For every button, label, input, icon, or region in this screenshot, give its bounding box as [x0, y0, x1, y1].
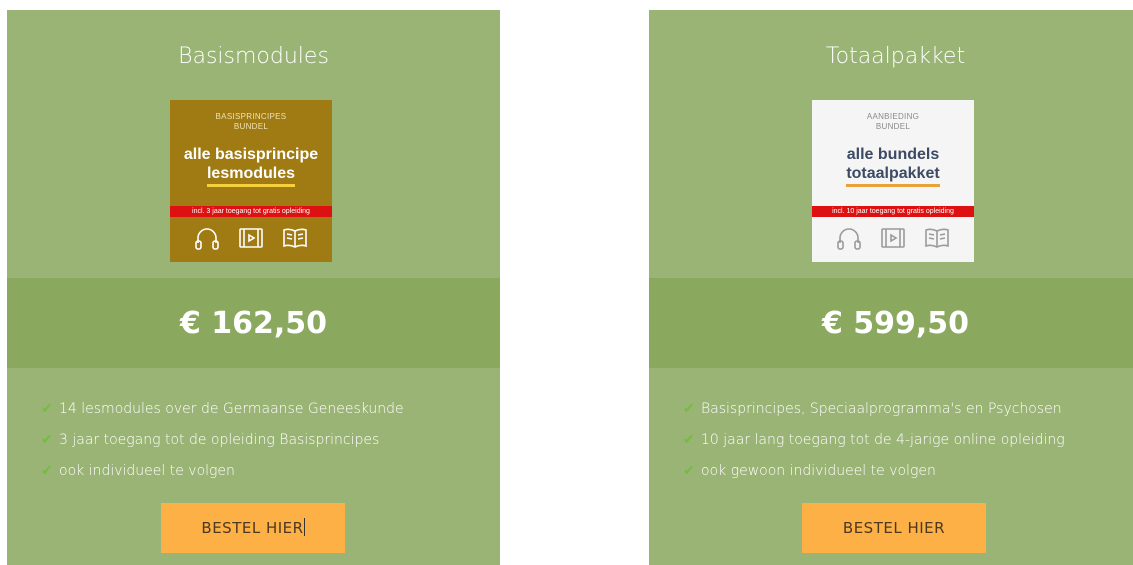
- feature-item: ✔ ook individueel te volgen: [41, 455, 490, 486]
- headphones-icon: [837, 228, 861, 250]
- cover-offer-strip: incl. 10 jaar toegang tot gratis opleidi…: [812, 206, 974, 217]
- headphones-icon: [195, 228, 219, 250]
- feature-text: Basisprincipes, Speciaalprogramma's en P…: [701, 400, 1062, 417]
- cover-main-title: alle basisprincipe lesmodules: [170, 145, 332, 187]
- feature-text: 14 lesmodules over de Germaanse Geneesku…: [59, 400, 404, 417]
- book-icon: [283, 228, 307, 248]
- book-icon: [925, 228, 949, 248]
- pricing-card-basismodules: Basismodules BASISPRINCIPES BUNDEL alle …: [7, 10, 500, 565]
- price-band: € 599,50: [649, 278, 1133, 368]
- order-button[interactable]: BESTEL HIER: [802, 503, 986, 553]
- feature-list: ✔ 14 lesmodules over de Germaanse Geneesk…: [41, 393, 490, 486]
- feature-text: 10 jaar lang toegang tot de 4-jarige onl…: [701, 431, 1065, 448]
- feature-text: ook gewoon individueel te volgen: [701, 462, 936, 479]
- feature-list: ✔ Basisprincipes, Speciaalprogramma's en …: [683, 393, 1132, 486]
- price-band: € 162,50: [7, 278, 500, 368]
- feature-item: ✔ 10 jaar lang toegang tot de 4-jarige on…: [683, 424, 1132, 455]
- feature-item: ✔ 14 lesmodules over de Germaanse Geneesk…: [41, 393, 490, 424]
- cover-top-line-1: AANBIEDING: [866, 112, 920, 121]
- check-icon: ✔: [683, 462, 695, 479]
- price: € 162,50: [179, 305, 328, 341]
- video-icon: [881, 228, 905, 248]
- price: € 599,50: [821, 305, 970, 341]
- cover-top-line-2: BUNDEL: [875, 122, 911, 131]
- check-icon: ✔: [683, 400, 695, 417]
- card-title: Basismodules: [178, 44, 329, 69]
- feature-text: ook individueel te volgen: [59, 462, 235, 479]
- check-icon: ✔: [41, 462, 53, 479]
- cover-main-line-2: totaalpakket: [846, 164, 940, 187]
- product-cover-image: BASISPRINCIPES BUNDEL alle basisprincipe…: [170, 100, 332, 262]
- cover-top-label: AANBIEDING BUNDEL: [812, 112, 974, 132]
- feature-item: ✔ 3 jaar toegang tot de opleiding Basispr…: [41, 424, 490, 455]
- pricing-card-totaalpakket: Totaalpakket AANBIEDING BUNDEL alle bund…: [649, 10, 1133, 565]
- cover-icons: [812, 225, 974, 251]
- video-icon: [239, 228, 263, 248]
- cover-main-line-1: alle bundels: [846, 146, 940, 163]
- cover-main-line-1: alle basisprincipe: [183, 146, 319, 163]
- check-icon: ✔: [41, 431, 53, 448]
- text-cursor: [303, 518, 305, 536]
- card-title: Totaalpakket: [825, 44, 966, 69]
- cover-main-title: alle bundels totaalpakket: [812, 145, 974, 187]
- cover-icons: [170, 225, 332, 251]
- feature-item: ✔ Basisprincipes, Speciaalprogramma's en …: [683, 393, 1132, 424]
- cover-top-line-1: BASISPRINCIPES: [215, 112, 287, 121]
- cover-top-line-2: BUNDEL: [233, 122, 269, 131]
- order-button[interactable]: BESTEL HIER: [161, 503, 345, 553]
- feature-text: 3 jaar toegang tot de opleiding Basispri…: [59, 431, 380, 448]
- cover-top-label: BASISPRINCIPES BUNDEL: [170, 112, 332, 132]
- product-cover-image: AANBIEDING BUNDEL alle bundels totaalpak…: [812, 100, 974, 262]
- cover-offer-strip: incl. 3 jaar toegang tot gratis opleidin…: [170, 206, 332, 217]
- feature-item: ✔ ook gewoon individueel te volgen: [683, 455, 1132, 486]
- cover-main-line-2: lesmodules: [206, 164, 296, 187]
- check-icon: ✔: [41, 400, 53, 417]
- order-button-label: BESTEL HIER: [201, 519, 304, 537]
- check-icon: ✔: [683, 431, 695, 448]
